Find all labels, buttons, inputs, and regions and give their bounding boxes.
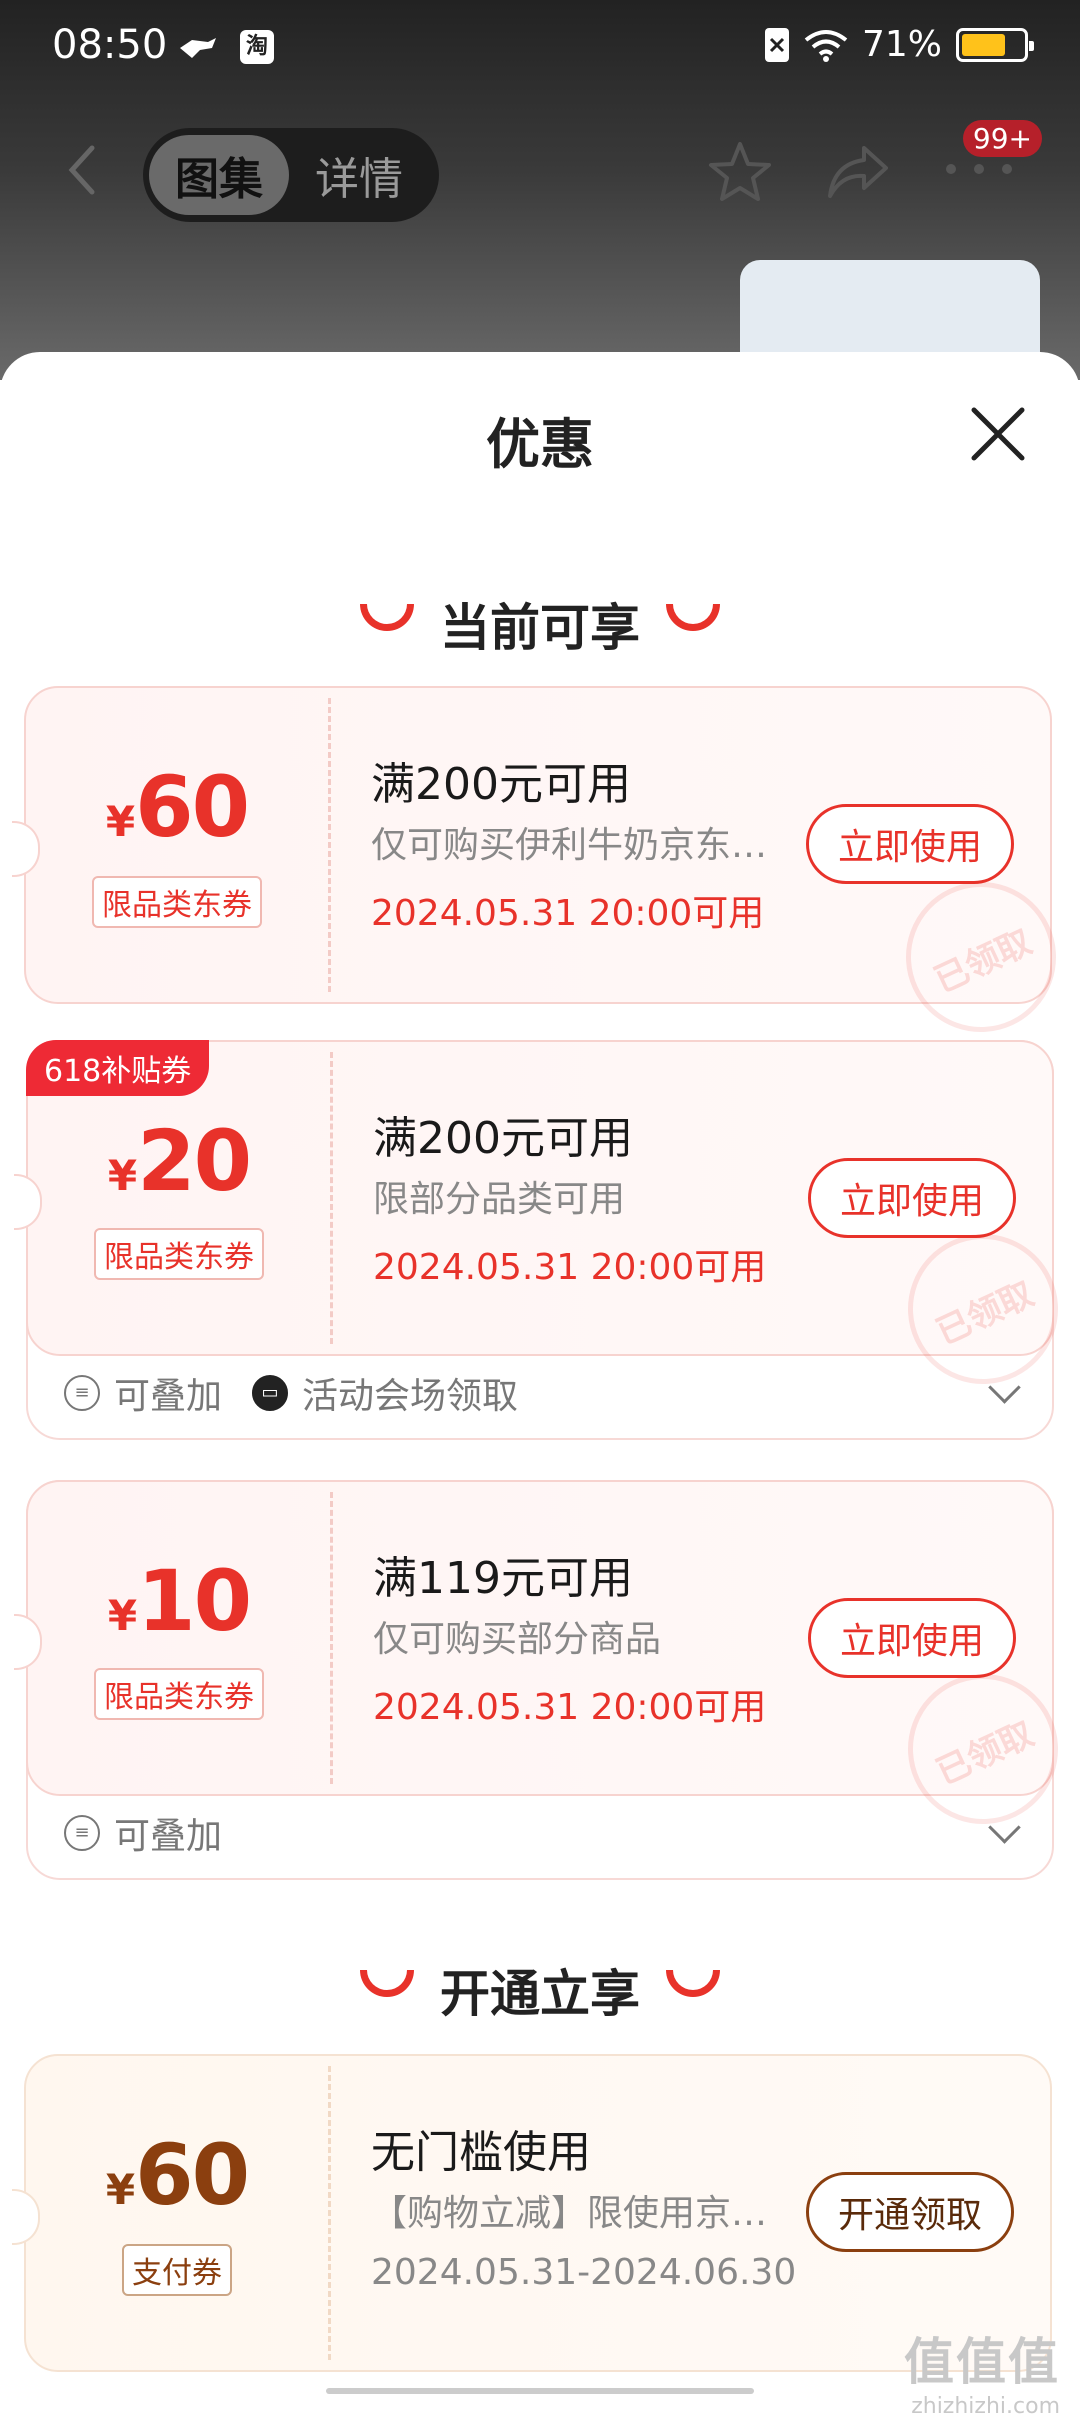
coupon-type-label: 限品类东券 [94,1228,264,1280]
amount-value: 10 [137,1552,252,1650]
view-tab-toggle: 图集 详情 [143,128,439,222]
battery-tip [1029,40,1034,51]
amount-value: 20 [137,1112,252,1210]
coupon-valid-time: 2024.05.31 20:00可用 [373,1687,767,1728]
stack-icon: ≡ [64,1375,100,1411]
coupon-divider [328,698,331,992]
use-now-button[interactable]: 立即使用 [808,1598,1016,1678]
coupon-condition: 满200元可用 [373,1113,633,1164]
stackable-label: 可叠加 [114,1816,223,1857]
watermark-url: zhizhizhi.com [911,2394,1060,2419]
close-icon[interactable] [968,404,1028,464]
coupon-footer[interactable]: ≡ 可叠加 ▭ 活动会场领取 [28,1348,1052,1438]
taobao-icon: 淘 [240,30,274,64]
battery-fill [962,33,1005,56]
coupon-card: ¥60 支付券 无门槛使用 【购物立减】限使用京东支付 2024.05.31-2… [12,2054,1054,2374]
coupon-footer[interactable]: ≡ 可叠加 [28,1788,1052,1878]
coupon-divider [330,1492,333,1784]
coupon-body: ¥10 限品类东券 满119元可用 仅可购买部分商品 2024.05.31 20… [14,1480,1080,1849]
wifi-icon [804,29,848,62]
share-icon[interactable] [824,138,892,206]
coupon-amount: ¥10 [28,1552,330,1650]
use-now-button[interactable]: 立即使用 [808,1158,1016,1238]
yen-sign: ¥ [105,2165,136,2214]
section-title-current-text: 当前可享 [440,599,640,657]
star-icon[interactable] [706,138,774,206]
home-indicator[interactable] [326,2388,754,2394]
coupon-amount: ¥60 [26,2126,328,2224]
status-time: 08:50 [52,22,168,68]
coupon-card: ¥10 限品类东券 满119元可用 仅可购买部分商品 2024.05.31 20… [14,1480,1080,1880]
status-right: 71% [764,24,1034,65]
coupon-condition: 无门槛使用 [371,2127,591,2178]
stackable-info: ≡ 可叠加 [64,1367,222,1419]
use-now-button[interactable]: 立即使用 [806,804,1014,884]
coupon-body: ¥60 限品类东券 满200元可用 仅可购买伊利牛奶京东自营商品 2024.05… [12,686,1080,1057]
coupon-divider [328,2066,331,2360]
nav-bar: 图集 详情 99+ [0,120,1080,222]
chevron-down-icon[interactable] [988,1371,1021,1404]
coupon-type-label: 限品类东券 [92,876,262,928]
ticket-icon: ▭ [252,1375,289,1411]
status-bar: 08:50 淘 71% [0,0,1080,100]
venue-info: ▭ 活动会场领取 [252,1367,518,1419]
coupon-type-tag: 支付券 [26,2244,328,2296]
coupon-valid-time: 2024.05.31 20:00可用 [373,1247,767,1288]
yen-sign: ¥ [107,1591,138,1640]
subsidy-tag: 618补贴券 [26,1040,210,1096]
smile-decoration-right [666,604,720,631]
coupon-description: 仅可购买伊利牛奶京东自营商品 [371,825,781,866]
battery-percent: 71% [861,24,942,65]
venue-label: 活动会场领取 [302,1376,519,1417]
coupon-valid-time: 2024.05.31-2024.06.30 [371,2252,797,2293]
coupon-type-tag: 限品类东券 [28,1228,330,1280]
chevron-down-icon[interactable] [988,1811,1021,1844]
claimed-stamp: 已领取 [881,857,1080,1057]
more-button[interactable]: 99+ [940,120,1060,200]
smile-decoration-left [360,604,414,631]
stack-icon: ≡ [64,1815,100,1851]
coupon-condition: 满119元可用 [373,1553,633,1604]
more-badge: 99+ [962,120,1042,157]
coupon-type-label: 限品类东券 [94,1668,264,1720]
coupon-description: 仅可购买部分商品 [373,1619,662,1660]
tab-gallery[interactable]: 图集 [149,135,289,215]
stackable-label: 可叠加 [114,1376,223,1417]
coupon-type-tag: 限品类东券 [28,1668,330,1720]
coupon-body: ¥60 支付券 无门槛使用 【购物立减】限使用京东支付 2024.05.31-2… [12,2054,1052,2372]
watermark: 值值值 zhizhizhi.com [904,2322,1060,2419]
coupon-valid-time: 2024.05.31 20:00可用 [371,893,765,934]
coupon-type-label: 支付券 [122,2244,232,2296]
coupon-condition: 满200元可用 [371,759,631,810]
coupon-amount: ¥20 [28,1112,330,1210]
tab-details[interactable]: 详情 [289,135,429,215]
section-title-current: 当前可享 [0,588,1080,660]
coupon-card: ¥60 限品类东券 满200元可用 仅可购买伊利牛奶京东自营商品 2024.05… [12,686,1080,1057]
app-notification-icon [180,38,216,58]
status-left-icons: 淘 [178,30,274,64]
section-title-activate-text: 开通立享 [440,1965,640,2023]
coupon-card: 618补贴券 ¥20 限品类东券 满200元可用 限部分品类可用 2024.05… [14,1040,1080,1440]
amount-value: 60 [135,2126,250,2224]
section-title-activate: 开通立享 [0,1954,1080,2026]
smile-decoration-right [666,1970,720,1997]
coupon-divider [330,1052,333,1344]
coupon-amount: ¥60 [26,758,328,856]
stackable-info: ≡ 可叠加 [64,1807,222,1859]
back-icon[interactable] [58,140,108,200]
activate-claim-button[interactable]: 开通领取 [806,2172,1014,2252]
coupon-type-tag: 限品类东券 [26,876,328,928]
amount-value: 60 [135,758,250,856]
yen-sign: ¥ [107,1151,138,1200]
yen-sign: ¥ [105,797,136,846]
battery-icon [956,27,1034,62]
sheet-title: 优惠 [486,413,594,476]
coupon-description: 限部分品类可用 [373,1179,626,1220]
smile-decoration-left [360,1970,414,1997]
coupon-description: 【购物立减】限使用京东支付 [371,2193,781,2234]
sim-icon [764,27,789,62]
more-icon [946,164,1012,174]
watermark-logo: 值值值 [904,2333,1060,2391]
coupon-sheet: 优惠 当前可享 ¥60 限品类东券 满200元可用 仅可购买伊利牛奶京东自营商品… [0,352,1080,2400]
